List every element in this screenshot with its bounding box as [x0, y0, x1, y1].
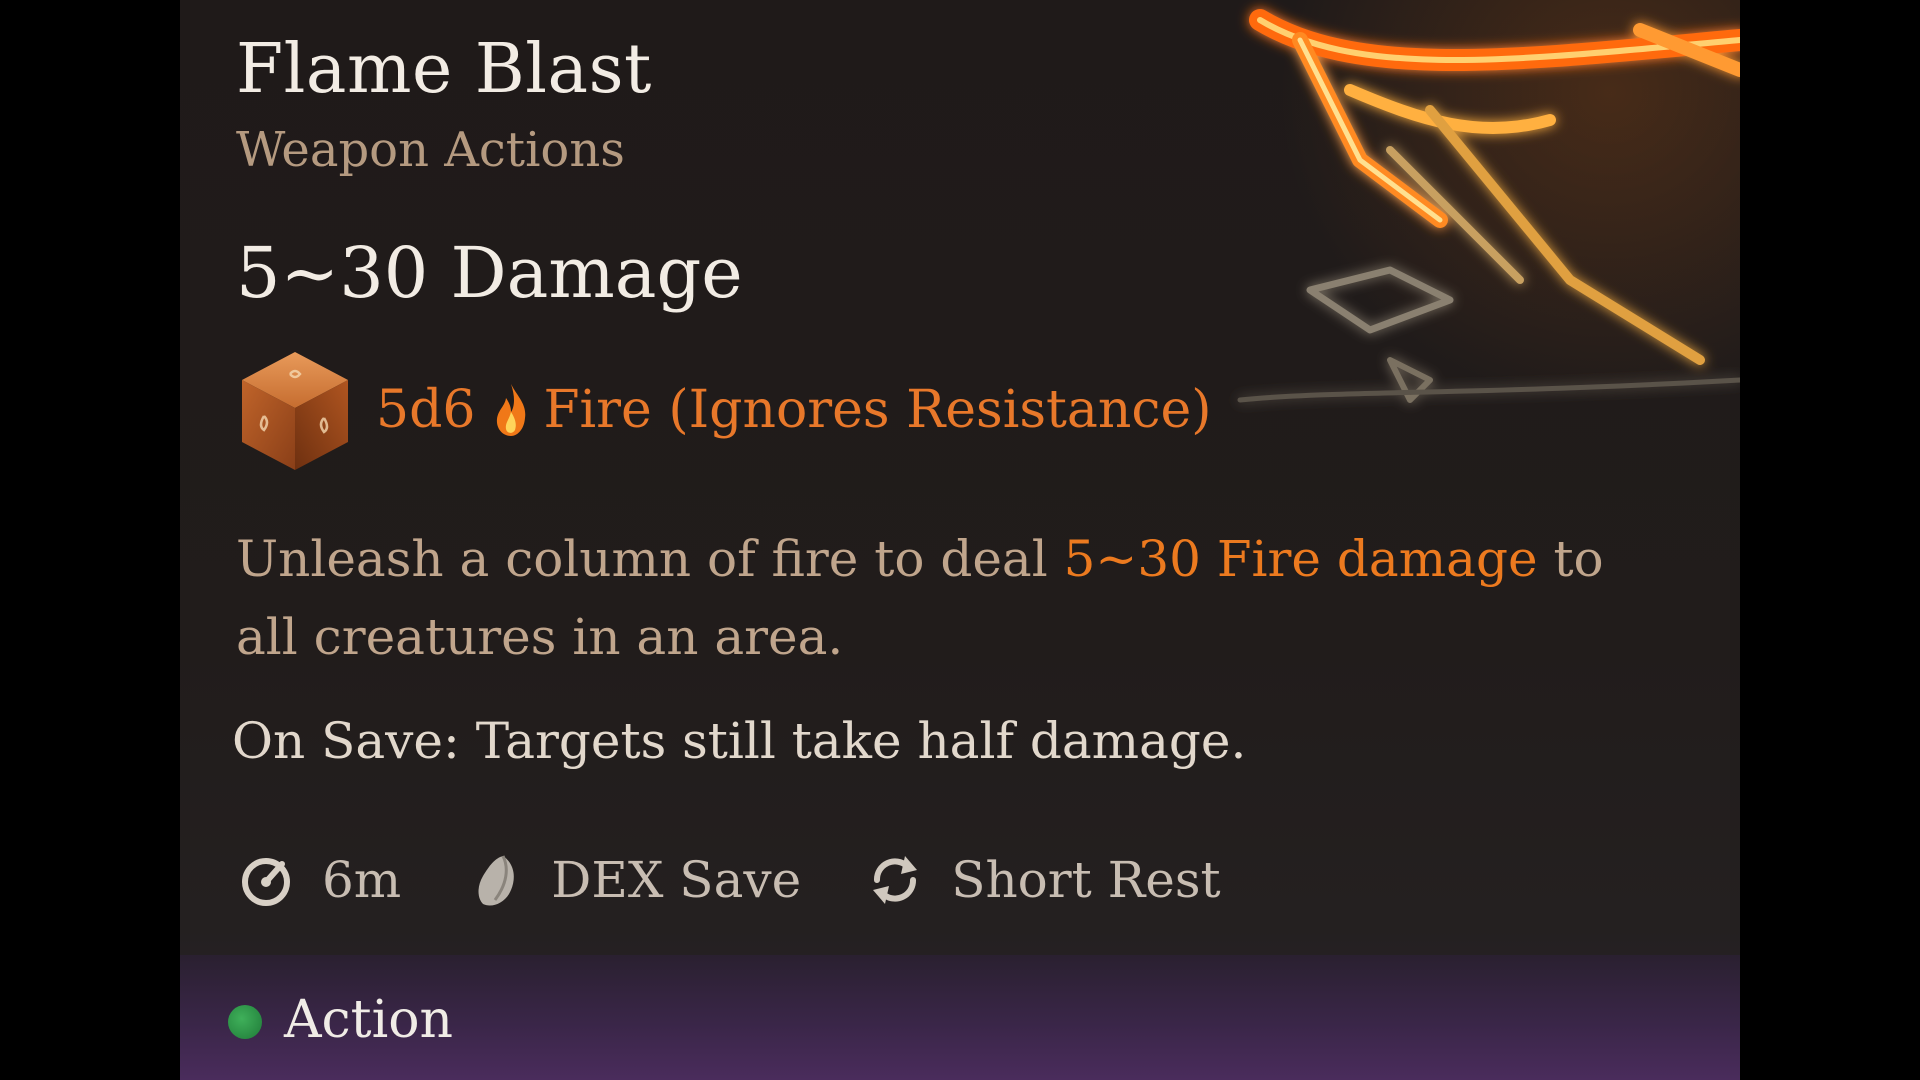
damage-type: Fire (Ignores Resistance) — [543, 380, 1212, 440]
recharge-value: Short Rest — [951, 851, 1221, 909]
range-value: 6m — [322, 851, 402, 909]
spell-stats-row: 6m DEX Save Short Rest — [236, 842, 1285, 918]
saving-throw-icon — [478, 855, 515, 906]
action-cost-footer: Action — [180, 955, 1740, 1080]
recharge-stat: Short Rest — [865, 850, 1221, 910]
on-save-text: On Save: Targets still take half damage. — [232, 712, 1247, 770]
d6-die-icon — [242, 352, 348, 470]
spell-category: Weapon Actions — [236, 122, 625, 178]
spell-description: Unleash a column of fire to deal 5~30 Fi… — [236, 520, 1636, 676]
save-value: DEX Save — [551, 851, 802, 909]
art-glow — [1220, 0, 1740, 460]
description-text: Unleash a column of fire to deal — [236, 530, 1064, 588]
short-rest-icon — [873, 856, 918, 904]
description-damage-highlight: 5~30 Fire damage — [1063, 530, 1538, 588]
action-dot-icon — [228, 1004, 262, 1039]
spell-title: Flame Blast — [236, 30, 652, 109]
fire-icon — [497, 384, 526, 436]
damage-dice-row: 5d6 Fire (Ignores Resistance) — [236, 345, 1212, 475]
damage-dice: 5d6 — [376, 380, 476, 440]
save-stat: DEX Save — [465, 850, 801, 910]
range-stat: 6m — [236, 850, 401, 910]
range-icon — [242, 858, 290, 906]
action-cost-label: Action — [284, 989, 453, 1050]
damage-heading: 5~30 Damage — [236, 232, 743, 314]
spell-tooltip: Flame Blast Weapon Actions 5~30 Damage 5… — [180, 0, 1740, 1080]
